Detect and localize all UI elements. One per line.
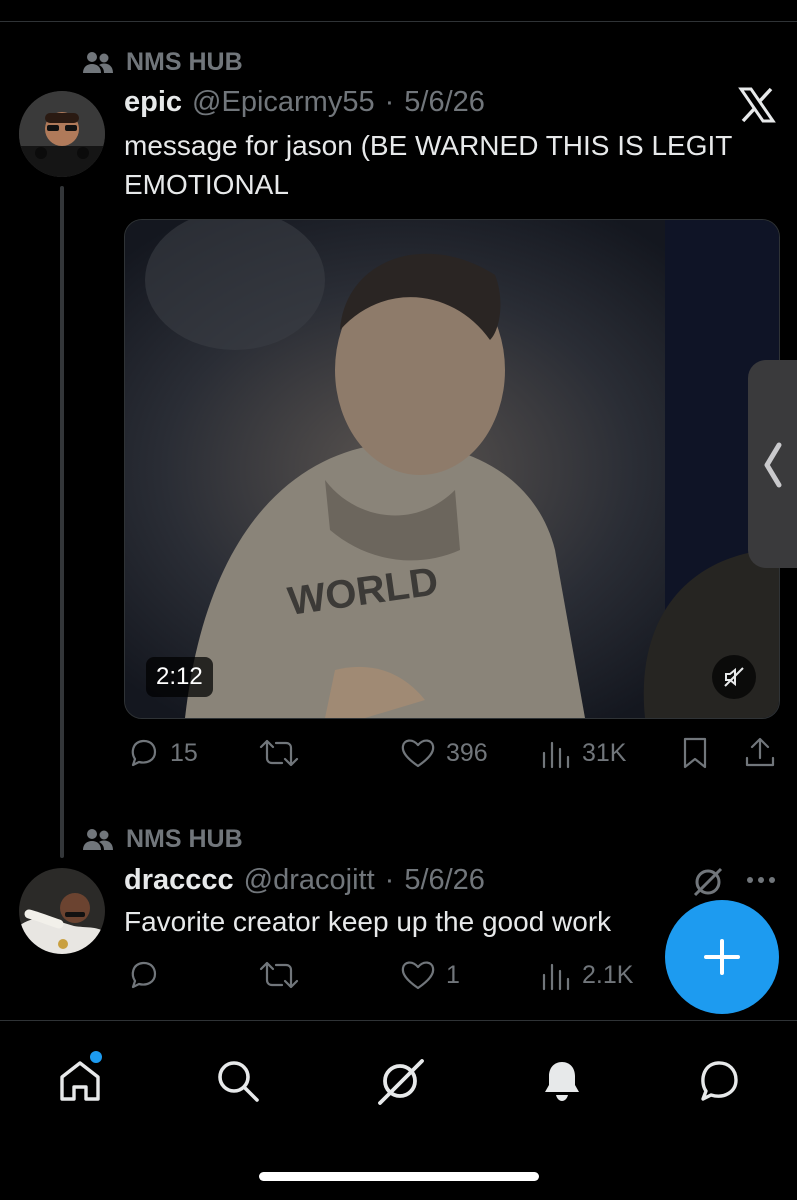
views-button[interactable]: 2.1K [540,958,633,992]
retweet-button[interactable] [258,958,310,992]
handle[interactable]: @Epicarmy55 [192,86,375,119]
grok-button[interactable] [690,864,726,900]
like-count: 1 [446,960,460,989]
more-icon [747,877,775,883]
thread-line [60,186,64,858]
bookmark-icon [683,737,707,769]
separator: · [384,864,395,896]
views-button[interactable]: 31K [540,736,626,770]
notification-dot [90,1051,102,1063]
separator: · [384,86,395,118]
context-label: NMS HUB [126,48,243,76]
like-button[interactable]: 1 [400,958,460,992]
top-divider [0,21,797,22]
nav-messages[interactable] [678,1041,758,1121]
nav-notifications[interactable] [522,1041,602,1121]
share-icon [745,737,775,767]
compose-icon [704,939,740,975]
like-count: 396 [446,738,488,767]
nav-search[interactable] [198,1041,278,1121]
tweet-header: dracccc @dracojitt · 5/6/26 [124,864,485,897]
timestamp[interactable]: 5/6/26 [404,864,485,897]
reply-button[interactable] [126,958,170,992]
nav-grok[interactable] [360,1041,440,1121]
avatar-image [19,868,105,954]
video-duration: 2:12 [146,657,213,697]
mute-icon [724,667,744,687]
views-count: 2.1K [582,960,634,989]
handle[interactable]: @dracojitt [244,864,375,897]
display-name[interactable]: epic [124,86,182,119]
grok-icon [378,1059,424,1105]
notifications-icon [545,1062,579,1101]
like-icon [401,961,435,990]
home-icon [60,1061,100,1101]
people-icon [83,51,113,73]
nav-home[interactable] [40,1041,120,1121]
avatar[interactable] [19,91,105,177]
tweet-text: Favorite creator keep up the good work [124,906,612,937]
video-player[interactable]: WORLD [124,219,780,719]
timestamp[interactable]: 5/6/26 [404,86,485,119]
reply-icon [131,961,157,989]
display-name[interactable]: dracccc [124,864,234,897]
chevron-left-icon [764,442,782,488]
retweet-button[interactable] [258,736,310,770]
avatar[interactable] [19,868,105,954]
avatar-image [19,91,105,177]
reply-button[interactable]: 15 [126,736,198,770]
social-context[interactable]: NMS HUB [82,825,243,854]
tweet-header: epic @Epicarmy55 · 5/6/26 [124,86,485,119]
video-frame: WORLD [125,220,779,718]
grok-icon [693,867,723,897]
compose-button[interactable] [665,900,779,1014]
views-icon [542,741,570,769]
home-indicator [259,1172,539,1181]
context-label: NMS HUB [126,825,243,853]
retweet-icon [259,739,299,767]
reply-count: 15 [170,738,198,767]
bookmark-button[interactable] [680,736,710,770]
reply-icon [131,739,157,767]
like-icon [401,739,435,768]
x-logo-icon [738,86,776,124]
mute-button[interactable] [712,655,756,699]
more-button[interactable] [744,870,778,890]
views-icon [542,963,570,991]
views-count: 31K [582,738,627,767]
search-icon [218,1061,259,1102]
people-icon [83,828,113,850]
side-panel-handle[interactable] [748,360,797,568]
share-button[interactable] [744,736,776,770]
like-button[interactable]: 396 [400,736,488,770]
tweet-text: message for jason (BE WARNED THIS IS LEG… [124,130,732,200]
retweet-icon [259,961,299,989]
social-context[interactable]: NMS HUB [82,48,243,77]
messages-icon [701,1061,738,1101]
